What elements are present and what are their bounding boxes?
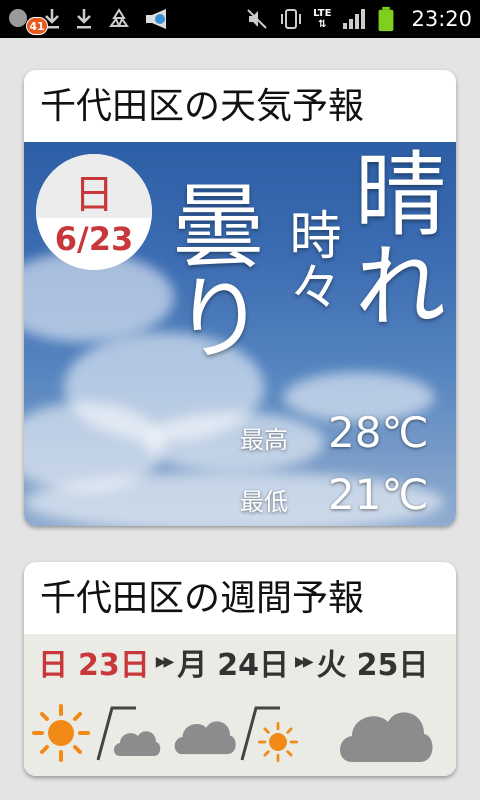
cloud-icon [114,731,161,756]
date-badge: 日 6/23 [36,154,152,270]
day-of-week: 日 [38,648,68,683]
forecast-connector: 時々 [280,208,340,312]
day-date: 25日 [356,648,429,683]
mute-icon [247,9,267,29]
status-bar: 41 LTE ⇅ 23:20 [0,0,480,38]
day-of-week: 日 [74,172,114,218]
lte-icon: LTE ⇅ [313,8,332,30]
low-temp-row: 最低 21℃ [240,470,440,519]
day-header: 日 23日 [38,640,150,684]
day-of-week: 月 [177,648,208,683]
chevron-right-icon: ▶▶ [295,654,313,670]
sun-icon [258,722,298,762]
cloud-icon [340,712,433,762]
vibrate-icon [281,9,302,29]
sun-icon [32,704,90,762]
megaphone-icon [146,9,166,29]
day-header: 月 24日 [177,640,289,684]
clock: 23:20 [411,7,472,31]
day-header: 火 25日 [317,640,429,684]
weekly-forecast-body: 日 23日 ▶▶ 月 24日 ▶▶ 火 25日 [24,634,456,776]
signal-icon [343,9,366,29]
today-forecast-widget[interactable]: 千代田区の天気予報 日 6/23 晴れ 時々 曇り 最高 28℃ 最低 21℃ [24,70,456,526]
high-temp-row: 最高 28℃ [240,408,440,457]
forecast-main: 晴れ [339,146,446,330]
date: 6/23 [54,220,134,258]
week-widget-title: 千代田区の週間予報 [40,578,365,619]
today-widget-title: 千代田区の天気予報 [40,86,365,127]
recycle-icon [109,8,129,27]
day-date: 24日 [217,648,290,683]
high-temp-label: 最高 [240,426,288,454]
day-headers: 日 23日 ▶▶ 月 24日 ▶▶ 火 25日 [38,644,428,683]
weekly-forecast-widget[interactable]: 千代田区の週間予報 日 23日 ▶▶ 月 24日 ▶▶ 火 25日 [24,562,456,776]
high-temp-value: 28℃ [328,408,429,457]
chevron-right-icon: ▶▶ [155,654,174,670]
low-temp-value: 21℃ [328,470,429,519]
cloud-icon [174,721,236,755]
weather-background: 日 6/23 晴れ 時々 曇り 最高 28℃ 最低 21℃ [24,142,456,526]
notification-count-badge: 41 [26,17,48,35]
download-icon [77,9,91,29]
battery-icon [379,6,394,32]
forecast-secondary: 曇り [157,178,264,362]
network-type: LTE [313,8,332,19]
low-temp-label: 最低 [240,488,288,516]
day-of-week: 火 [316,648,347,683]
day-date: 23日 [78,648,150,683]
